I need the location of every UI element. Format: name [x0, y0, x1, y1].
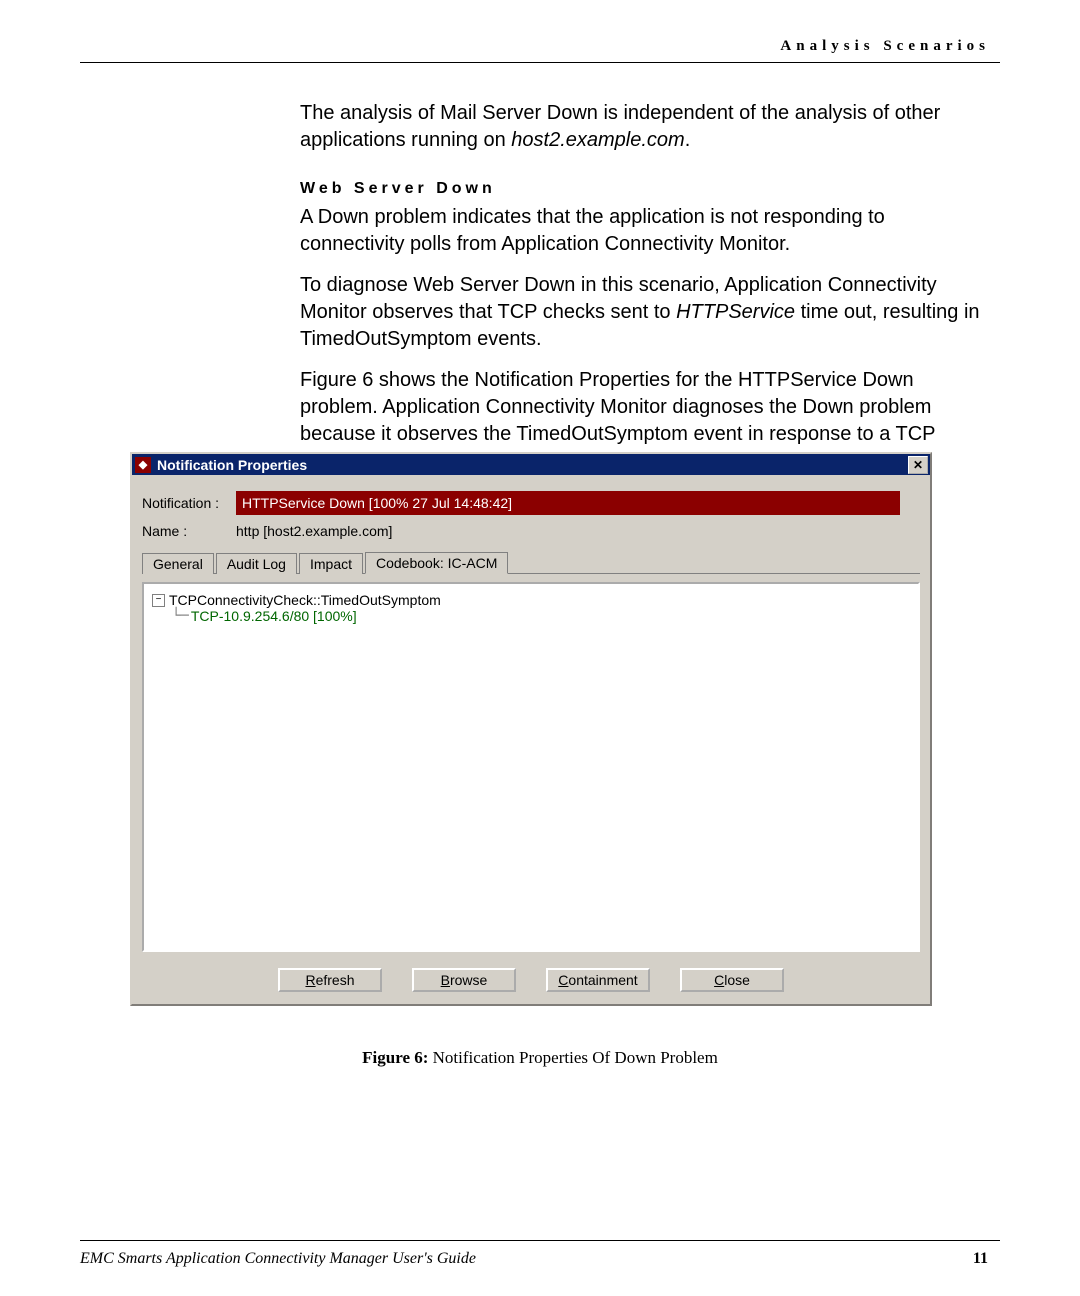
section-header: Analysis Scenarios [780, 38, 990, 55]
figure-caption: Figure 6: Notification Properties Of Dow… [0, 1048, 1080, 1068]
subsection-heading: Web Server Down [300, 178, 990, 200]
tree-root-label: TCPConnectivityCheck::TimedOutSymptom [169, 592, 441, 608]
button-row: Refresh Browse Containment Close [142, 960, 920, 998]
titlebar[interactable]: ◆ Notification Properties ✕ [132, 454, 930, 475]
window-title: Notification Properties [154, 457, 906, 473]
footer-rule [80, 1240, 1000, 1241]
paragraph-2: A Down problem indicates that the applic… [300, 204, 990, 258]
codebook-tree[interactable]: − TCPConnectivityCheck::TimedOutSymptom … [142, 582, 920, 952]
figure-number: Figure 6: [362, 1048, 428, 1067]
figure-title: Notification Properties Of Down Problem [428, 1048, 717, 1067]
footer-title: EMC Smarts Application Connectivity Mana… [80, 1250, 476, 1268]
tree-root-row[interactable]: − TCPConnectivityCheck::TimedOutSymptom [152, 592, 910, 608]
body-text: The analysis of Mail Server Down is inde… [300, 100, 990, 489]
service-name: HTTPService [676, 301, 795, 323]
window-body: Notification : HTTPService Down [100% 27… [132, 475, 930, 1004]
notification-field: Notification : HTTPService Down [100% 27… [142, 491, 920, 515]
paragraph-3: To diagnose Web Server Down in this scen… [300, 272, 990, 353]
name-value: http [host2.example.com] [236, 521, 392, 541]
tab-bar: General Audit Log Impact Codebook: IC-AC… [142, 551, 920, 574]
page: Analysis Scenarios The analysis of Mail … [0, 0, 1080, 1296]
close-button[interactable]: Close [680, 968, 784, 992]
tab-general[interactable]: General [142, 553, 214, 574]
name-field: Name : http [host2.example.com] [142, 521, 920, 541]
tab-impact[interactable]: Impact [299, 553, 363, 574]
notification-label: Notification : [142, 495, 236, 511]
paragraph-1: The analysis of Mail Server Down is inde… [300, 100, 990, 154]
app-icon: ◆ [135, 457, 151, 473]
name-label: Name : [142, 523, 236, 539]
tab-codebook[interactable]: Codebook: IC-ACM [365, 552, 508, 574]
header-rule [80, 62, 1000, 63]
close-icon[interactable]: ✕ [908, 456, 928, 474]
notification-value[interactable]: HTTPService Down [100% 27 Jul 14:48:42] [236, 491, 900, 515]
hostname: host2.example.com [511, 129, 684, 151]
text: . [685, 129, 691, 151]
tab-audit-log[interactable]: Audit Log [216, 553, 297, 574]
notification-properties-window: ◆ Notification Properties ✕ Notification… [130, 452, 932, 1006]
page-number: 11 [973, 1250, 988, 1268]
browse-button[interactable]: Browse [412, 968, 516, 992]
tree-child-label: TCP-10.9.254.6/80 [100%] [191, 608, 357, 624]
refresh-button[interactable]: Refresh [278, 968, 382, 992]
tree-child-row[interactable]: TCP-10.9.254.6/80 [100%] [172, 608, 910, 624]
containment-button[interactable]: Containment [546, 968, 650, 992]
tree-collapse-icon[interactable]: − [152, 594, 165, 607]
